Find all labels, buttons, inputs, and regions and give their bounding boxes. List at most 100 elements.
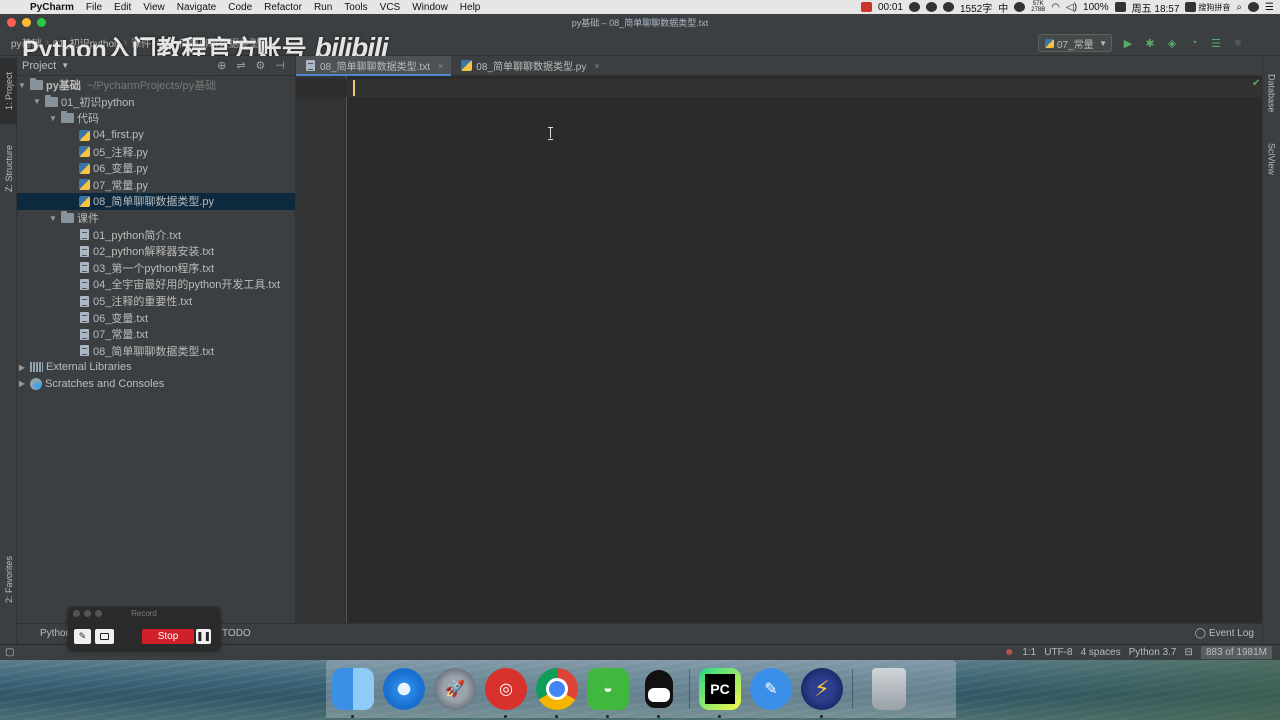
todo-tab[interactable]: TODO bbox=[222, 628, 251, 639]
menu-help[interactable]: Help bbox=[454, 2, 487, 13]
trash-icon[interactable] bbox=[872, 668, 906, 710]
feishu-icon[interactable]: ✎ bbox=[750, 668, 792, 710]
clock[interactable]: 周五 18:57 bbox=[1132, 0, 1180, 15]
wifi-icon[interactable]: ◠ bbox=[1051, 2, 1060, 13]
caret-position[interactable]: 1:1 bbox=[1022, 647, 1036, 658]
tree-external-libraries[interactable]: ▶ External Libraries bbox=[17, 359, 295, 376]
interpreter[interactable]: Python 3.7 bbox=[1129, 647, 1177, 658]
menu-window[interactable]: Window bbox=[406, 2, 454, 13]
tree-folder-code[interactable]: ▼ 代码 bbox=[17, 110, 295, 127]
tree-file[interactable]: 06_变量.txt bbox=[17, 309, 295, 326]
ime-char[interactable]: 中 bbox=[998, 0, 1008, 15]
thunder-icon[interactable]: ⚡ bbox=[801, 668, 843, 718]
stop-icon[interactable]: ■ bbox=[1232, 37, 1244, 49]
close-tab-icon[interactable]: × bbox=[438, 61, 443, 71]
notification-center-icon[interactable]: ☰ bbox=[1265, 2, 1274, 13]
menu-code[interactable]: Code bbox=[222, 2, 258, 13]
menu-vcs[interactable]: VCS bbox=[374, 2, 407, 13]
inspection-ok-icon[interactable]: ✔ bbox=[1252, 78, 1260, 89]
tree-folder-courseware[interactable]: ▼ 课件 bbox=[17, 210, 295, 227]
lock-icon[interactable]: ⊟ bbox=[1184, 647, 1192, 658]
tree-scratches[interactable]: ▶ Scratches and Consoles bbox=[17, 376, 295, 393]
gear-icon[interactable]: ⚙ bbox=[256, 59, 266, 72]
tree-file[interactable]: 05_注释.py bbox=[17, 143, 295, 160]
clock-tray-icon[interactable] bbox=[943, 2, 954, 12]
chrome-icon[interactable] bbox=[536, 668, 578, 718]
tool-windows-toggle-icon[interactable]: ▢ bbox=[5, 647, 14, 658]
rectangle-icon[interactable] bbox=[95, 629, 114, 644]
input-method[interactable]: 搜狗拼音 bbox=[1185, 2, 1230, 13]
file-encoding[interactable]: UTF-8 bbox=[1044, 647, 1072, 658]
tree-file[interactable]: 04_全宇宙最好用的python开发工具.txt bbox=[17, 276, 295, 293]
tool-tab-structure[interactable]: Z: Structure bbox=[0, 134, 17, 204]
hector-icon[interactable]: ☻ bbox=[1004, 647, 1015, 658]
indent-setting[interactable]: 4 spaces bbox=[1081, 647, 1121, 658]
menu-view[interactable]: View bbox=[137, 2, 171, 13]
tool-tab-sciview[interactable]: SciView bbox=[1263, 132, 1280, 186]
tree-file[interactable]: 02_python解释器安装.txt bbox=[17, 243, 295, 260]
tree-file-selected[interactable]: 08_简单聊聊数据类型.py bbox=[17, 193, 295, 210]
chevron-down-icon[interactable]: ▼ bbox=[17, 81, 27, 90]
collapse-all-icon[interactable]: ⇌ bbox=[236, 59, 245, 72]
menu-app-name[interactable]: PyCharm bbox=[24, 2, 80, 13]
spotlight-icon[interactable]: ⌕ bbox=[1236, 2, 1242, 13]
tool-tab-project[interactable]: 1: Project bbox=[0, 58, 17, 124]
coverage-icon[interactable]: ◈ bbox=[1166, 37, 1178, 50]
menu-refactor[interactable]: Refactor bbox=[258, 2, 308, 13]
tree-file[interactable]: 05_注释的重要性.txt bbox=[17, 293, 295, 310]
lightning-tray-icon[interactable] bbox=[926, 2, 937, 12]
wechat-tray-icon[interactable] bbox=[909, 2, 920, 12]
run-icon[interactable]: ▶ bbox=[1122, 37, 1134, 50]
tree-file[interactable]: 04_first.py bbox=[17, 127, 295, 144]
tree-file[interactable]: 08_简单聊聊数据类型.txt bbox=[17, 343, 295, 360]
project-view-select[interactable]: Project bbox=[22, 60, 56, 72]
editor-tab[interactable]: 08_简单聊聊数据类型.py × bbox=[451, 56, 607, 75]
tool-tab-favorites[interactable]: 2: Favorites bbox=[0, 544, 17, 616]
python-console-tab[interactable]: Python bbox=[40, 628, 71, 639]
chevron-down-icon[interactable]: ▼ bbox=[32, 97, 42, 106]
hide-panel-icon[interactable]: ⊣ bbox=[275, 59, 285, 72]
chevron-down-icon[interactable]: ▼ bbox=[48, 114, 58, 123]
event-log-button[interactable]: ◯ Event Log bbox=[1195, 628, 1254, 639]
finder-icon[interactable] bbox=[332, 668, 374, 718]
safari-icon[interactable] bbox=[383, 668, 425, 710]
tool-tab-database[interactable]: Database bbox=[1263, 60, 1280, 126]
locate-file-icon[interactable]: ⊕ bbox=[217, 59, 226, 72]
siri-icon[interactable] bbox=[1248, 2, 1260, 12]
launchpad-icon[interactable]: 🚀 bbox=[434, 668, 476, 710]
tree-root[interactable]: ▼ py基础 ~/PycharmProjects/py基础 bbox=[17, 77, 295, 94]
pycharm-icon[interactable]: PC bbox=[699, 668, 741, 718]
chevron-right-icon[interactable]: ▶ bbox=[17, 363, 27, 372]
menu-run[interactable]: Run bbox=[308, 2, 338, 13]
menu-navigate[interactable]: Navigate bbox=[171, 2, 222, 13]
memory-indicator[interactable]: 883 of 1981M bbox=[1200, 646, 1272, 659]
netease-music-icon[interactable]: ◎ bbox=[485, 668, 527, 718]
record-status-icon[interactable] bbox=[860, 2, 872, 12]
concurrency-icon[interactable]: ☰ bbox=[1210, 37, 1222, 50]
tree-file[interactable]: 07_常量.txt bbox=[17, 326, 295, 343]
qq-icon[interactable] bbox=[638, 668, 680, 718]
chevron-down-icon[interactable]: ▼ bbox=[48, 214, 58, 223]
chevron-right-icon[interactable]: ▶ bbox=[17, 379, 27, 388]
debug-icon[interactable]: ✱ bbox=[1144, 37, 1156, 50]
editor-tab-active[interactable]: 08_简单聊聊数据类型.txt × bbox=[296, 56, 452, 76]
volume-icon[interactable]: ◁) bbox=[1066, 2, 1077, 13]
tree-file[interactable]: 07_常量.py bbox=[17, 177, 295, 194]
breadcrumb-item-folder[interactable]: 01_初识python bbox=[53, 35, 120, 50]
battery-icon[interactable] bbox=[1114, 2, 1126, 12]
close-tab-icon[interactable]: × bbox=[594, 61, 599, 71]
tree-folder-01[interactable]: ▼ 01_初识python bbox=[17, 94, 295, 111]
menu-edit[interactable]: Edit bbox=[108, 2, 137, 13]
breadcrumb-item-subfolder[interactable]: 课件 bbox=[131, 35, 151, 50]
editor-text-area[interactable] bbox=[347, 76, 1262, 623]
menu-file[interactable]: File bbox=[80, 2, 108, 13]
profile-icon[interactable]: ◔ bbox=[1188, 37, 1200, 49]
breadcrumb-item-file[interactable]: 08_简单聊聊数据类型.txt bbox=[162, 35, 272, 50]
color-wheel-icon[interactable] bbox=[1014, 2, 1026, 12]
tree-file[interactable]: 03_第一个python程序.txt bbox=[17, 260, 295, 277]
tree-file[interactable]: 01_python简介.txt bbox=[17, 226, 295, 243]
run-config-select[interactable]: 07_常量 ▼ bbox=[1038, 34, 1112, 52]
pen-icon[interactable]: ✎ bbox=[74, 629, 91, 644]
pause-icon[interactable]: ❚❚ bbox=[196, 629, 211, 644]
stop-recording-button[interactable]: Stop bbox=[142, 629, 194, 644]
